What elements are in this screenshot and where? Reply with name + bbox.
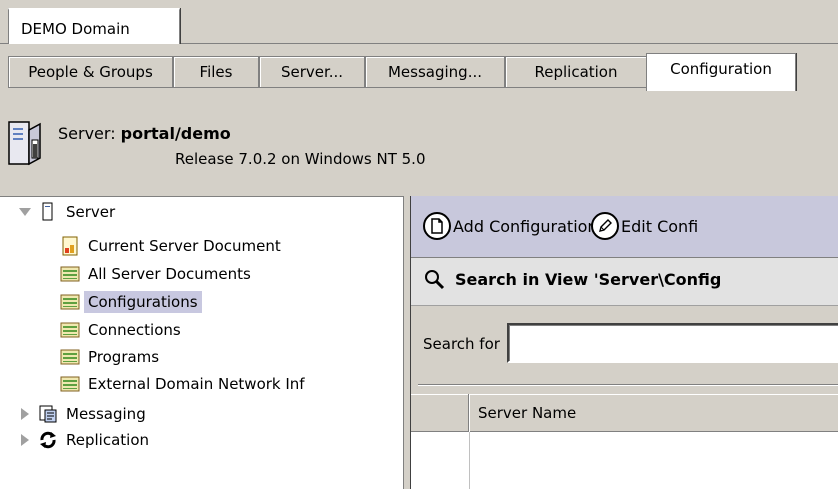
view-icon — [60, 349, 80, 365]
tree-item-server[interactable]: Server — [18, 199, 119, 225]
tab-configuration[interactable]: Configuration — [646, 53, 796, 91]
tree-item-label: Programs — [88, 348, 160, 366]
new-document-icon — [423, 212, 451, 240]
replication-icon — [40, 431, 56, 449]
tab-people-groups[interactable]: People & Groups — [8, 56, 173, 88]
tree-item-label: Current Server Document — [88, 237, 281, 255]
document-icon — [62, 236, 78, 256]
server-name-line: Server: portal/demo — [58, 124, 231, 143]
tree-item-configurations[interactable]: Configurations — [60, 289, 202, 315]
view-icon — [60, 266, 80, 282]
tree-item-label: All Server Documents — [88, 265, 251, 283]
tab-replication[interactable]: Replication — [505, 56, 647, 88]
tab-label: Messaging... — [387, 63, 482, 81]
add-configuration-button[interactable]: Add Configuration — [423, 212, 598, 240]
search-input[interactable] — [507, 323, 838, 363]
column-header-row — [411, 394, 838, 432]
tree-item-replication[interactable]: Replication — [18, 427, 153, 453]
tab-label: People & Groups — [28, 63, 153, 81]
tab-server[interactable]: Server... — [259, 56, 365, 88]
collapsed-twisty-icon[interactable] — [18, 433, 32, 447]
divider — [418, 384, 838, 386]
tab-files[interactable]: Files — [173, 56, 259, 88]
tree-item-label: Replication — [66, 431, 150, 449]
server-tower-icon — [8, 121, 41, 166]
column-header-server-name[interactable]: Server Name — [478, 404, 576, 422]
tree-item-programs[interactable]: Programs — [60, 344, 163, 370]
search-for-label: Search for — [423, 335, 500, 353]
tree-item-label: Server — [66, 203, 116, 221]
action-bar: Add Configuration Edit Confi — [411, 196, 838, 258]
search-title[interactable]: Search in View 'Server\Config — [455, 270, 721, 289]
messaging-icon — [39, 405, 57, 423]
view-icon — [60, 322, 80, 338]
view-body — [411, 432, 838, 489]
tab-messaging[interactable]: Messaging... — [365, 56, 505, 88]
domain-tab[interactable]: DEMO Domain — [8, 8, 180, 44]
tree-item-label: Messaging — [66, 405, 146, 423]
collapsed-twisty-icon[interactable] — [18, 407, 32, 421]
pencil-icon — [591, 212, 619, 240]
edit-configuration-label: Edit Confi — [621, 216, 699, 236]
edit-configuration-button[interactable]: Edit Confi — [591, 212, 698, 240]
server-prefix: Server: — [58, 124, 121, 143]
tab-label: Replication — [534, 63, 618, 81]
tab-bar: People & Groups Files Server... Messagin… — [0, 44, 838, 92]
server-header — [0, 92, 838, 196]
domain-tab-label: DEMO Domain — [21, 20, 130, 38]
tree-item-connections[interactable]: Connections — [60, 317, 185, 343]
view-icon — [60, 294, 80, 310]
server-release: Release 7.0.2 on Windows NT 5.0 — [175, 150, 426, 168]
tree-item-label: Connections — [88, 321, 181, 339]
view-icon — [60, 376, 80, 392]
magnifier-icon — [425, 270, 445, 290]
expanded-twisty-icon[interactable] — [18, 205, 32, 219]
tree-item-all-server-documents[interactable]: All Server Documents — [60, 261, 255, 287]
gutter-divider — [469, 432, 470, 489]
tab-label: Files — [199, 63, 233, 81]
tree-item-messaging[interactable]: Messaging — [18, 401, 150, 427]
navigation-tree: Server Current Server Document All Serve… — [0, 196, 403, 489]
add-configuration-label: Add Configuration — [453, 216, 598, 236]
tree-item-external-domain-network-inf[interactable]: External Domain Network Inf — [60, 371, 309, 397]
tree-item-label: Configurations — [84, 291, 202, 313]
pane-splitter[interactable] — [403, 196, 411, 489]
tab-label: Server... — [280, 63, 344, 81]
server-icon — [42, 202, 53, 221]
tab-label: Configuration — [670, 60, 772, 78]
server-name: portal/demo — [120, 124, 231, 143]
tree-item-label: External Domain Network Inf — [88, 375, 305, 393]
column-gutter — [411, 394, 469, 432]
tree-item-current-server-document[interactable]: Current Server Document — [60, 233, 285, 259]
